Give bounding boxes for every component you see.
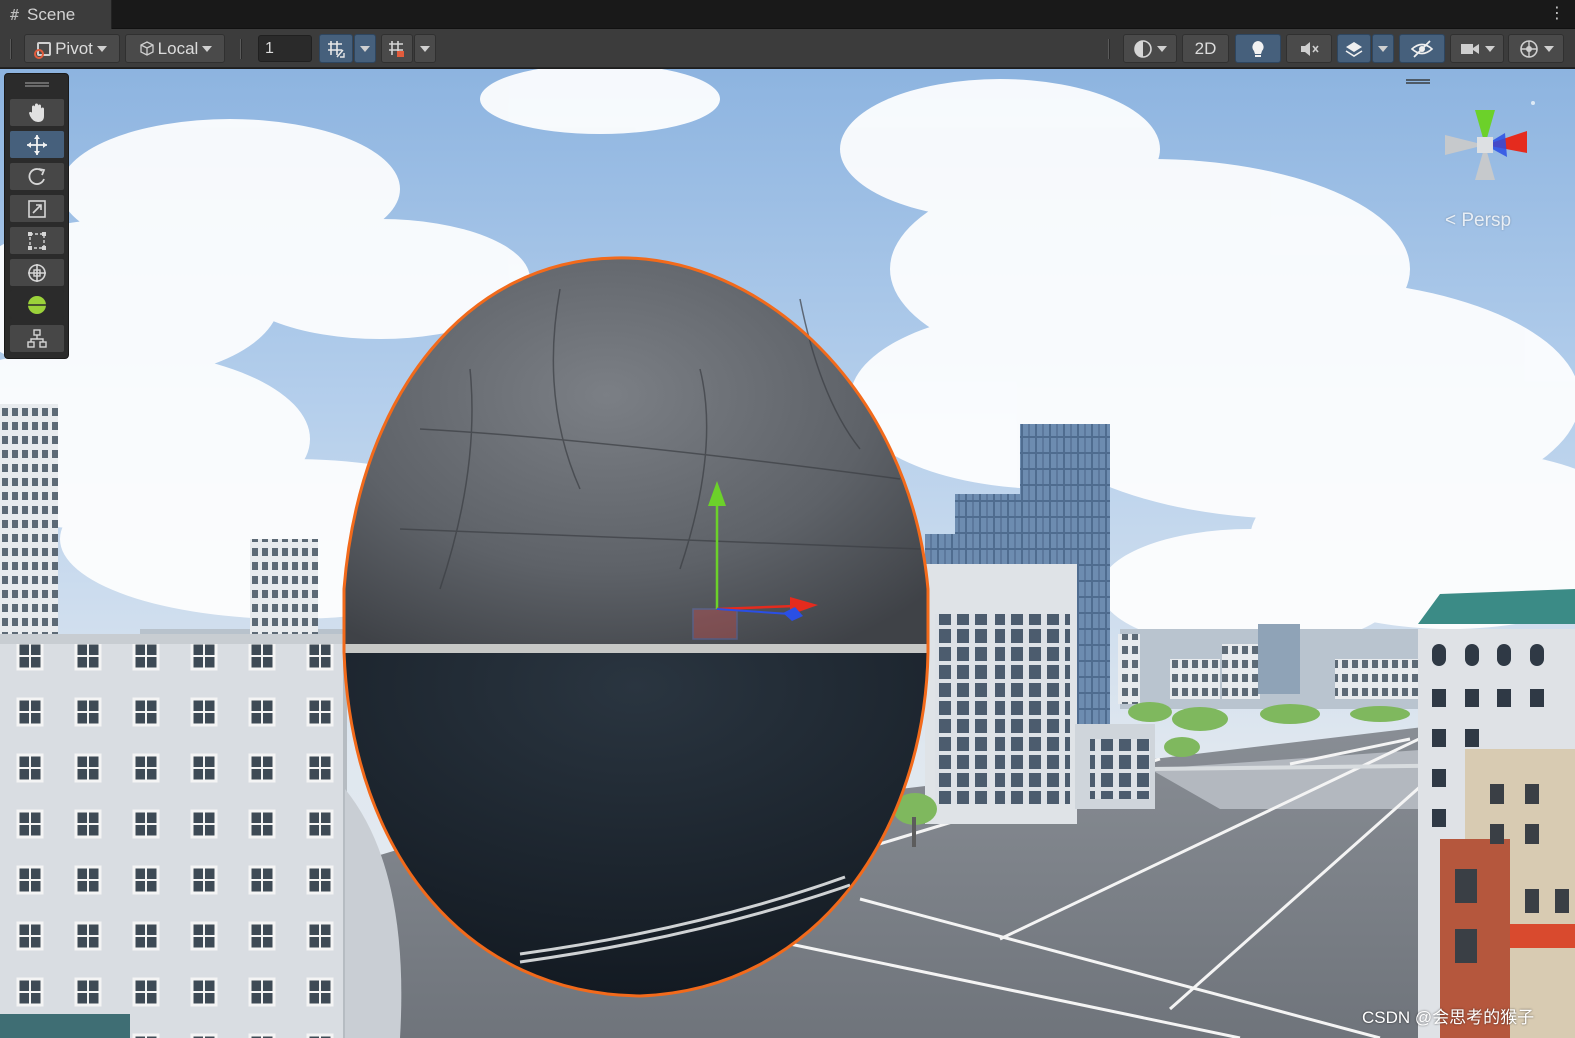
camera-projection-label[interactable]: < Persp [1445,210,1511,232]
lightbulb-icon [1252,40,1264,57]
grid-snapping-dropdown[interactable] [354,34,376,63]
rect-transform-icon [28,231,46,250]
transform-tool-button[interactable] [9,258,65,287]
transform-icon [28,263,46,282]
hidden-objects-toggle[interactable] [1399,34,1445,63]
chevron-down-icon [1544,45,1554,52]
chevron-down-icon [1485,45,1495,52]
gizmo-globe-icon [1520,39,1538,58]
toolbar-grip[interactable] [240,39,242,59]
window-tab-bar: # Scene ⋮ [0,0,1575,29]
toolbar-grip[interactable] [1108,39,1110,59]
tools-overlay [4,73,69,359]
audio-toggle[interactable] [1286,34,1332,63]
gizmo-drag-handle[interactable] [1406,79,1430,84]
pivot-dropdown[interactable]: Pivot [24,34,120,63]
rotate-tool-button[interactable] [9,162,65,191]
grid-icon [389,40,404,57]
chevron-down-icon [202,45,213,52]
grid-snap-icon [328,40,345,58]
layers-effects-icon [1345,41,1363,57]
draw-mode-dropdown[interactable] [1123,34,1177,63]
eye-slash-icon [1410,39,1434,58]
camera-icon [1461,43,1479,54]
tab-scene-label: Scene [27,4,76,24]
tab-scene[interactable]: # Scene [0,0,112,29]
more-options-icon[interactable]: ⋮ [1549,4,1565,24]
increment-snap-field[interactable]: 1 [258,35,312,62]
orientation-gizmo[interactable] [1435,95,1545,205]
pivot-icon [34,41,52,59]
chevron-down-icon [360,45,370,52]
component-tool-button[interactable] [9,324,65,353]
move-arrows-icon [27,134,47,155]
toggle-2d-button[interactable]: 2D [1182,34,1229,63]
scene-viewport[interactable] [0,69,1575,1038]
chevron-down-icon [1378,45,1388,52]
lighting-toggle[interactable] [1235,34,1281,63]
rect-tool-button[interactable] [9,226,65,255]
watermark-text: CSDN @会思考的猴子 [1362,1008,1535,1027]
custom-editor-tool-button[interactable] [9,290,65,319]
toolbar-grip[interactable] [10,39,12,59]
grid-visibility-toggle[interactable] [381,34,413,63]
speaker-muted-icon [1301,41,1319,56]
effects-dropdown[interactable] [1372,34,1394,63]
rotate-icon [28,167,46,185]
hand-icon [29,103,44,122]
scene-toolbar: Pivot Local 1 2D [0,29,1575,68]
gizmos-dropdown[interactable] [1508,34,1564,63]
selected-sphere[interactable] [342,256,930,998]
grid-visibility-dropdown[interactable] [414,34,436,63]
shading-sphere-icon [1134,39,1152,58]
chevron-down-icon [420,45,430,52]
sphere-collider-icon [28,295,46,314]
camera-settings-dropdown[interactable] [1450,34,1504,63]
local-dropdown[interactable]: Local [125,34,225,63]
scale-tool-button[interactable] [9,194,65,223]
cube-icon [140,40,154,56]
chevron-down-icon [1157,45,1167,52]
scale-icon [28,199,46,218]
pivot-label: Pivot [55,38,93,58]
local-label: Local [157,38,199,58]
hand-tool-button[interactable] [9,98,65,127]
hierarchy-node-icon [27,328,47,348]
move-tool-button[interactable] [9,130,65,159]
grid-hash-icon: # [10,5,20,24]
scene-render [0,69,1575,1038]
overlay-drag-handle[interactable] [25,82,49,87]
grid-snapping-toggle[interactable] [319,34,353,63]
effects-toggle[interactable] [1337,34,1371,63]
chevron-down-icon [96,45,107,52]
